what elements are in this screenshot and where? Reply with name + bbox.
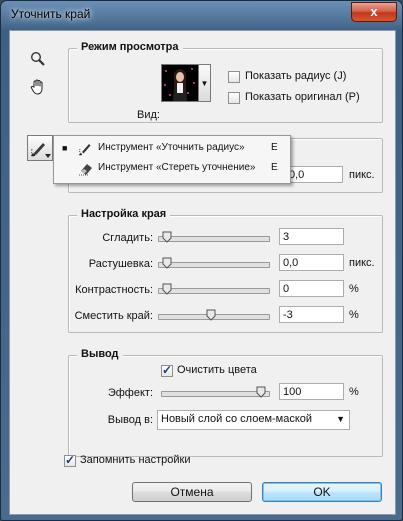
shift-edge-slider[interactable]: [158, 309, 270, 321]
show-radius-label: Показать радиус (J): [245, 70, 347, 82]
decontaminate-label: Очистить цвета: [177, 364, 257, 376]
smooth-slider[interactable]: [158, 231, 270, 243]
output-title: Вывод: [77, 348, 123, 360]
menu-item-refine-radius[interactable]: ■ Инструмент «Уточнить радиус» E: [54, 138, 290, 158]
dialog-body: Режим просмотра Вид: ▼ Показать радиус (…: [9, 30, 396, 515]
radius-unit: пикс.: [349, 169, 375, 181]
amount-unit: %: [349, 386, 359, 398]
cancel-button[interactable]: Отмена: [132, 482, 252, 502]
hand-icon: [30, 79, 43, 95]
smooth-slider-thumb[interactable]: [162, 231, 172, 243]
chevron-down-icon: ▼: [336, 414, 345, 424]
feather-unit: пикс.: [349, 257, 375, 269]
close-button[interactable]: x: [351, 2, 397, 22]
menu-item-erase-refinements-label: Инструмент «Стереть уточнение»: [98, 162, 256, 173]
adjust-edge-title: Настройка края: [77, 208, 171, 220]
menu-item-erase-refinements[interactable]: Инструмент «Стереть уточнение» E: [54, 158, 290, 178]
remember-settings-checkbox[interactable]: [64, 453, 76, 467]
eraser-icon: [79, 164, 92, 176]
feather-field[interactable]: 0,0: [279, 254, 344, 271]
menu-item-refine-radius-shortcut: E: [271, 142, 278, 153]
shift-edge-unit: %: [349, 309, 359, 321]
decontaminate-checkbox[interactable]: [161, 363, 173, 377]
portrait-thumbnail-icon: [162, 65, 198, 101]
amount-label: Эффект:: [107, 387, 153, 399]
view-mode-title: Режим просмотра: [77, 41, 183, 53]
shift-edge-label: Сместить край:: [74, 310, 153, 322]
remember-settings-label: Запомнить настройки: [80, 454, 191, 466]
window-title: Уточнить край: [11, 7, 91, 21]
selected-bullet-icon: ■: [62, 143, 68, 153]
radius-field[interactable]: 0,0: [285, 166, 343, 183]
view-dropdown-button[interactable]: ▼: [199, 64, 211, 102]
tool-popup-menu: ■ Инструмент «Уточнить радиус» E Инструм…: [53, 135, 291, 184]
refine-edge-dialog: Уточнить край x Режим просмотра Вид: ▼ П…: [0, 0, 403, 521]
feather-slider[interactable]: [158, 257, 270, 269]
ok-button[interactable]: OK: [262, 482, 382, 502]
view-label: Вид:: [137, 109, 160, 121]
magnifier-icon: [30, 51, 45, 66]
feather-label: Растушевка:: [88, 258, 153, 270]
smooth-field[interactable]: 3: [279, 228, 344, 245]
smooth-label: Сгладить:: [102, 232, 153, 244]
shift-edge-slider-thumb[interactable]: [206, 309, 216, 321]
feather-slider-thumb[interactable]: [162, 257, 172, 269]
contrast-slider-thumb[interactable]: [162, 283, 172, 295]
show-original-checkbox[interactable]: [228, 92, 240, 104]
amount-field[interactable]: 100: [279, 383, 344, 400]
brush-icon: [31, 143, 51, 158]
show-original-label: Показать оригинал (P): [245, 91, 360, 103]
contrast-unit: %: [349, 283, 359, 295]
amount-slider[interactable]: [161, 386, 270, 398]
refine-radius-tool-button[interactable]: [27, 135, 53, 161]
output-to-value: Новый слой со слоем-маской: [161, 413, 313, 425]
menu-item-refine-radius-label: Инструмент «Уточнить радиус»: [98, 142, 245, 153]
contrast-label: Контрастность:: [75, 284, 153, 296]
output-to-select[interactable]: Новый слой со слоем-маской ▼: [157, 410, 350, 430]
shift-edge-field[interactable]: -3: [279, 306, 344, 323]
amount-slider-thumb[interactable]: [256, 386, 266, 398]
output-to-label: Вывод в:: [107, 414, 153, 426]
menu-item-erase-refinements-shortcut: E: [271, 162, 278, 173]
show-radius-checkbox[interactable]: [228, 71, 240, 83]
zoom-tool[interactable]: [27, 48, 49, 70]
refine-radius-brush-icon: [79, 144, 91, 156]
contrast-field[interactable]: 0: [279, 280, 344, 297]
hand-tool[interactable]: [27, 76, 49, 98]
contrast-slider[interactable]: [158, 283, 270, 295]
view-thumbnail[interactable]: [161, 64, 199, 102]
